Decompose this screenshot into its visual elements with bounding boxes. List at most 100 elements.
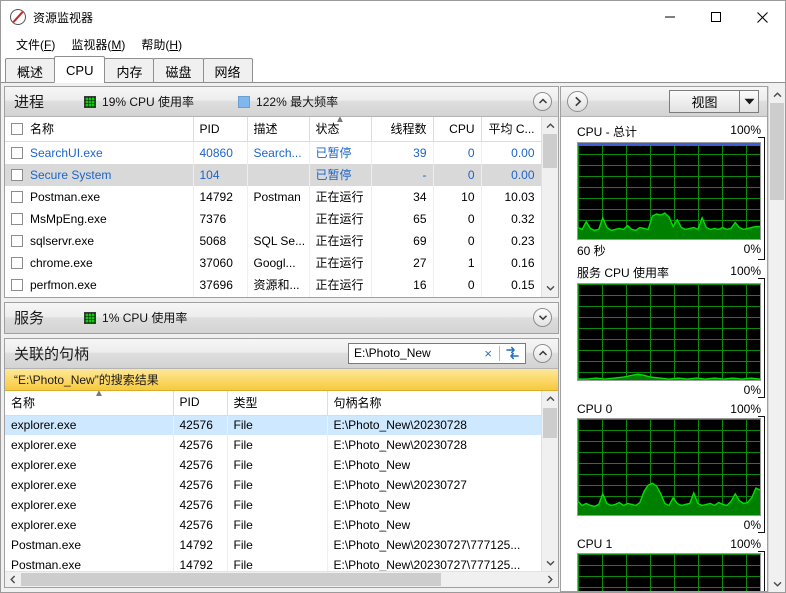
chevron-down-icon [744,98,754,105]
processes-scroll-down-button[interactable] [542,279,558,297]
row-checkbox[interactable] [11,278,23,291]
handles-horizontal-scrollbar[interactable] [5,571,558,587]
services-collapse-button[interactable] [533,308,552,328]
table-row[interactable]: Postman.exe 14792 Postman 正在运行 34 10 10.… [5,186,541,208]
tab-disk[interactable]: 磁盘 [153,58,204,83]
handle-path-cell: E:\Photo_New\20230727\777125... [327,555,541,571]
table-row[interactable]: perfmon.exe 37696 资源和... 正在运行 16 0 0.15 [5,274,541,296]
graph-cpu-1-plot [577,553,761,591]
tab-overview[interactable]: 概述 [5,58,56,83]
processes-col-threads[interactable]: 线程数 [371,117,434,142]
handles-scroll-thumb[interactable] [543,407,557,438]
graphs-scroll-thumb[interactable] [770,103,784,200]
handles-hscroll-right-button[interactable] [542,572,558,587]
graph-cpu-total-labels: CPU - 总计 100% [577,123,761,142]
handle-search-box[interactable]: E:\Photo_New × [348,342,526,364]
process-cpu-cell: 0 [433,296,482,297]
menu-monitor[interactable]: 监视器(M) [63,34,133,56]
refresh-search-icon[interactable] [503,346,522,360]
right-pane: 视图 CPU - 总计 100% 60 秒 0% 服务 CPU 使用率 100%… [559,83,785,592]
process-pid-cell: 40860 [193,141,248,164]
processes-col-status[interactable]: ▲ 状态 [309,117,372,142]
handles-section-header[interactable]: 关联的句柄 E:\Photo_New × [5,338,558,369]
clear-search-icon[interactable]: × [480,347,496,360]
services-section-header[interactable]: 服务 1% CPU 使用率 [5,302,558,333]
handles-hscroll-thumb[interactable] [21,573,441,586]
table-row[interactable]: sqlservr.exe 5068 SQL Se... 正在运行 69 0 0.… [5,230,541,252]
maximize-button[interactable] [693,2,739,33]
graphs-vertical-scrollbar[interactable] [768,86,785,592]
menu-file[interactable]: 文件(F) [8,34,63,56]
table-row[interactable]: explorer.exe 42576 File E:\Photo_New\202… [5,435,541,456]
processes-scroll-up-button[interactable] [542,117,558,134]
graphs-scroll-up-button[interactable] [769,86,785,103]
table-row[interactable]: explorer.exe 42576 File E:\Photo_New [5,455,541,476]
table-row[interactable]: MsMpEng.exe 7376 正在运行 65 0 0.32 [5,208,541,230]
select-all-checkbox[interactable] [11,123,23,135]
handles-scroll-track[interactable] [542,407,558,554]
processes-collapse-button[interactable] [533,92,552,111]
close-button[interactable] [739,2,785,33]
process-threads-cell: 52 [371,296,434,297]
row-checkbox[interactable] [11,190,23,203]
row-checkbox[interactable] [11,168,23,181]
table-row[interactable]: Postman.exe 14792 File E:\Photo_New\2023… [5,555,541,571]
row-checkbox[interactable] [11,212,23,225]
row-checkbox[interactable] [11,234,23,247]
table-row[interactable]: explorer.exe 42576 File E:\Photo_New\202… [5,475,541,496]
row-checkbox[interactable] [11,146,23,159]
graph-cpu-0-min: 0% [743,518,761,532]
minimize-button[interactable] [647,2,693,33]
handles-scroll-up-button[interactable] [542,390,558,408]
process-cpu-cell: 0 [433,274,482,296]
graphs-scroll-down-button[interactable] [769,575,785,592]
services-cpu-usage-label: 1% CPU 使用率 [102,311,188,326]
handles-col-handle-name[interactable]: 句柄名称 [327,390,541,416]
process-threads-cell: 27 [371,252,434,274]
handle-name-cell: explorer.exe [5,495,174,516]
process-cpu-cell: 0 [433,164,482,186]
menu-monitor-accel: M [111,37,122,52]
tab-cpu[interactable]: CPU [54,56,106,83]
chevron-right-icon [574,96,581,107]
row-checkbox[interactable] [11,256,23,269]
processes-scroll-thumb[interactable] [543,134,557,168]
content-area: 进程 19% CPU 使用率 122% 最大频率 名称 PID 描述 ▲ 状态 … [1,83,785,592]
search-input[interactable]: E:\Photo_New [354,346,480,360]
table-row[interactable]: explorer.exe 42576 File E:\Photo_New [5,495,541,516]
handle-type-cell: File [227,415,328,436]
handles-vertical-scrollbar[interactable] [541,390,558,571]
handles-col-name[interactable]: ▲ 名称 [5,390,174,416]
handles-scroll-down-button[interactable] [542,554,558,571]
table-row[interactable]: explorer.exe 42576 File E:\Photo_New\202… [5,415,541,436]
table-row[interactable]: Postman.exe 14792 File E:\Photo_New\2023… [5,535,541,556]
handles-hscroll-left-button[interactable] [5,572,21,587]
table-row[interactable]: explorer.exe 42576 File E:\Photo_New [5,515,541,536]
handles-col-pid[interactable]: PID [173,390,228,416]
expand-graph-panel-button[interactable] [567,91,588,112]
processes-scroll-track[interactable] [542,134,558,280]
chevron-down-icon [546,560,554,566]
menu-help[interactable]: 帮助(H) [133,34,190,56]
handles-hscroll-track[interactable] [21,572,542,587]
view-dropdown-arrow[interactable] [739,91,758,112]
processes-col-cpu[interactable]: CPU [433,117,482,142]
tab-memory[interactable]: 内存 [104,58,155,83]
processes-section-header[interactable]: 进程 19% CPU 使用率 122% 最大频率 [5,87,558,117]
table-row[interactable]: Secure System 104 已暂停 - 0 0.00 [5,164,541,186]
processes-col-avg-cpu[interactable]: 平均 C... [481,117,541,142]
processes-col-name[interactable]: 名称 [5,117,194,142]
view-dropdown[interactable]: 视图 [669,90,759,113]
processes-col-description[interactable]: 描述 [247,117,310,142]
handles-title: 关联的句柄 [14,345,90,363]
tab-network[interactable]: 网络 [202,58,253,83]
table-row[interactable]: chrome.exe 37060 Googl... 正在运行 27 1 0.16 [5,252,541,274]
table-row[interactable]: SearchUI.exe 40860 Search... 已暂停 39 0 0.… [5,141,541,164]
handles-collapse-button[interactable] [533,343,552,363]
process-avgcpu-cell: 0.00 [481,164,541,186]
graphs-scroll-track[interactable] [769,103,785,575]
processes-col-pid[interactable]: PID [193,117,248,142]
table-row[interactable]: chrome.exe 13248 Googl... 正在运行 52 0 0.15 [5,296,541,297]
processes-vertical-scrollbar[interactable] [541,117,558,297]
handles-col-type[interactable]: 类型 [227,390,328,416]
